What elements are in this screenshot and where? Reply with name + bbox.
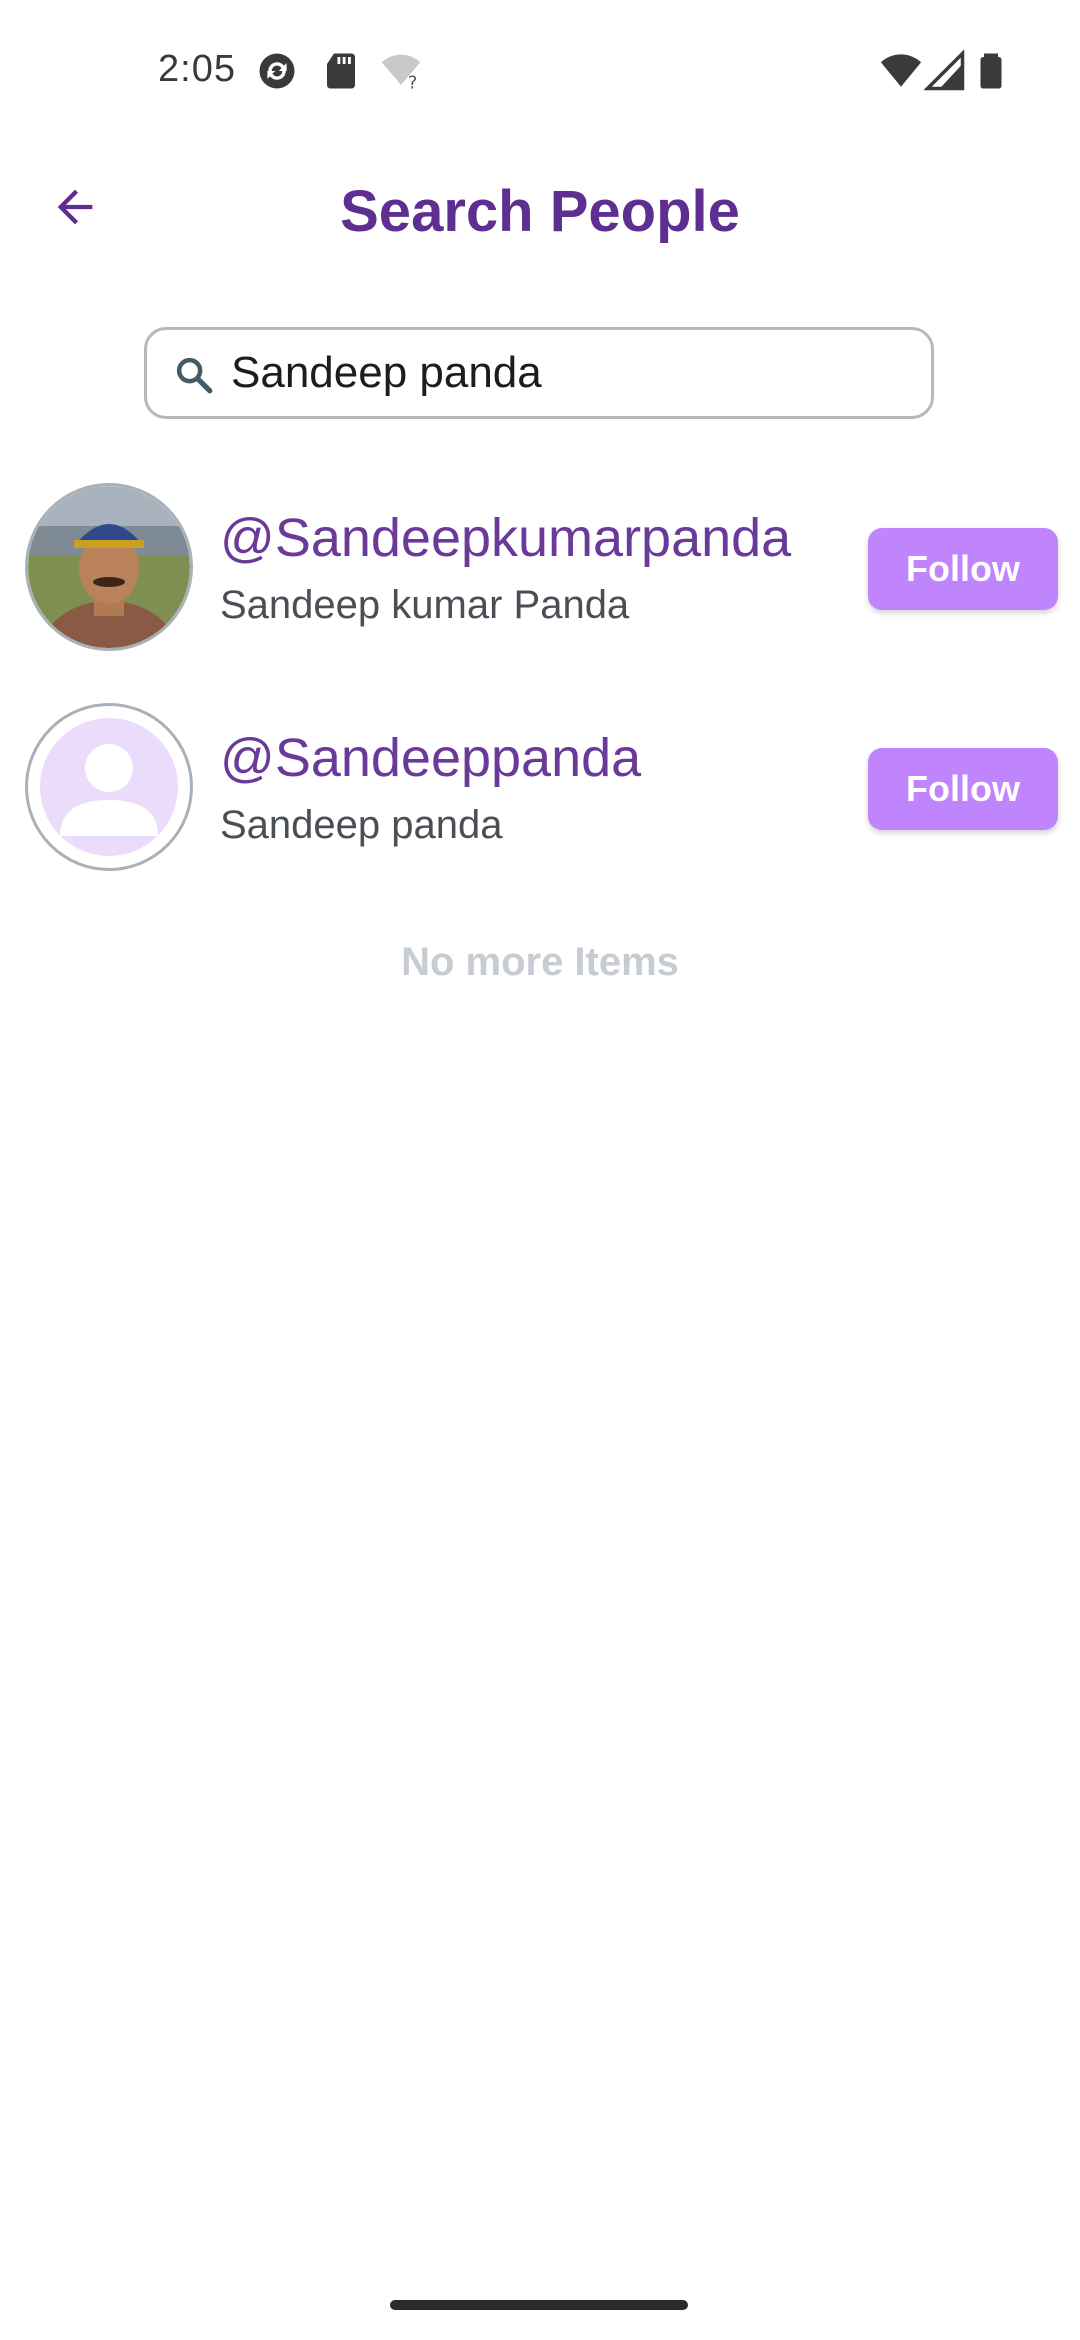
avatar[interactable] <box>25 483 193 651</box>
status-time: 2:05 <box>158 48 236 90</box>
sync-icon <box>259 53 295 89</box>
status-bar: 2:05 ? <box>0 0 1080 140</box>
user-full-name: Sandeep panda <box>220 803 503 847</box>
svg-text:?: ? <box>408 74 417 93</box>
follow-button[interactable]: Follow <box>868 748 1058 830</box>
no-more-items-label: No more Items <box>401 940 679 984</box>
sd-card-icon <box>327 53 355 89</box>
search-box[interactable] <box>144 327 934 419</box>
home-indicator[interactable] <box>390 2300 688 2310</box>
user-handle[interactable]: @Sandeepkumarpanda <box>220 507 791 569</box>
default-avatar-icon <box>60 744 158 836</box>
wifi-icon <box>880 54 922 87</box>
avatar-background <box>40 718 178 856</box>
avatar[interactable] <box>25 703 193 871</box>
list-item[interactable]: @Sandeeppanda Sandeep panda Follow <box>0 703 1080 883</box>
profile-photo <box>28 486 190 648</box>
search-input[interactable] <box>231 330 911 416</box>
user-handle[interactable]: @Sandeeppanda <box>220 727 641 789</box>
cell-signal-icon <box>924 50 965 91</box>
follow-button[interactable]: Follow <box>868 528 1058 610</box>
battery-icon <box>980 53 1002 89</box>
page-title: Search People <box>340 179 740 244</box>
list-item[interactable]: @Sandeepkumarpanda Sandeep kumar Panda F… <box>0 483 1080 663</box>
search-icon <box>176 357 213 394</box>
wifi-unknown-icon: ? <box>381 54 421 93</box>
user-full-name: Sandeep kumar Panda <box>220 583 630 627</box>
